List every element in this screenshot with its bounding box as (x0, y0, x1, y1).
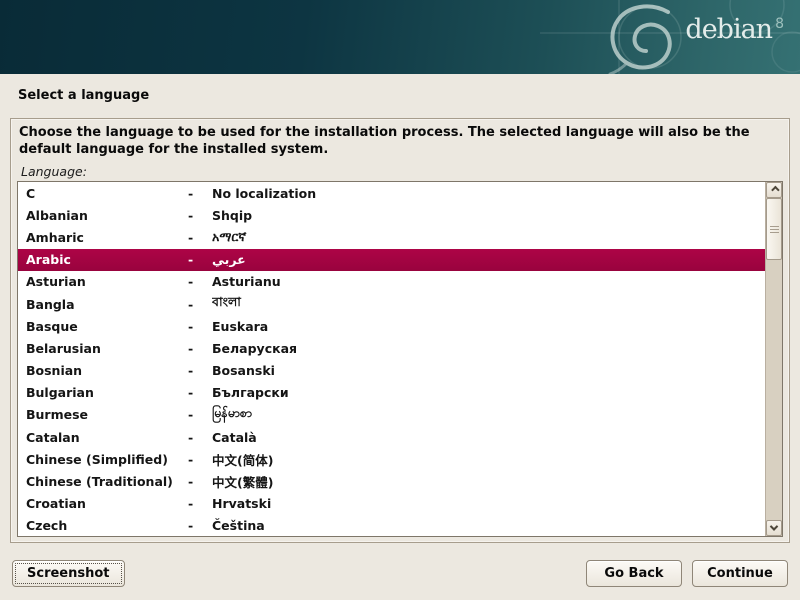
page-title: Select a language (18, 88, 800, 103)
separator: - (188, 452, 212, 467)
language-row[interactable]: Chinese (Simplified)-中文(简体) (18, 448, 765, 470)
language-native-name: Shqip (212, 208, 765, 223)
separator: - (188, 518, 212, 533)
language-name: Basque (18, 319, 188, 334)
language-name: Burmese (18, 407, 188, 422)
language-native-name: Български (212, 385, 765, 400)
language-name: Belarusian (18, 341, 188, 356)
language-row[interactable]: Basque-Euskara (18, 315, 765, 337)
language-native-name: Беларуская (212, 341, 765, 356)
language-native-name: አማርኛ (212, 229, 765, 245)
language-row[interactable]: Belarusian-Беларуская (18, 337, 765, 359)
language-name: Catalan (18, 430, 188, 445)
language-row[interactable]: C-No localization (18, 182, 765, 204)
separator: - (188, 274, 212, 289)
language-row[interactable]: Bangla-বাংলা (18, 293, 765, 315)
separator: - (188, 430, 212, 445)
language-native-name: Català (212, 430, 765, 445)
footer-bar: Screenshot Go Back Continue (0, 543, 800, 600)
language-row[interactable]: Czech-Čeština (18, 515, 765, 536)
thumb-grip (770, 229, 779, 230)
chevron-down-icon (770, 522, 778, 530)
separator: - (188, 186, 212, 201)
scroll-down-button[interactable] (766, 520, 782, 536)
language-name: Czech (18, 518, 188, 533)
language-name: Bosnian (18, 363, 188, 378)
language-row[interactable]: Albanian-Shqip (18, 204, 765, 226)
language-native-name: Euskara (212, 319, 765, 334)
title-bar: Select a language (0, 74, 800, 118)
screenshot-button[interactable]: Screenshot (12, 560, 125, 587)
language-name: Arabic (18, 252, 188, 267)
language-row[interactable]: Arabic-عربي (18, 249, 765, 271)
language-name: Bangla (18, 297, 188, 312)
debian-swirl-logo (0, 0, 800, 74)
scroll-up-button[interactable] (766, 182, 782, 198)
separator: - (188, 407, 212, 422)
language-name: Bulgarian (18, 385, 188, 400)
language-native-name: Bosanski (212, 363, 765, 378)
language-native-name: မြန်မာစာ (212, 405, 765, 424)
separator: - (188, 474, 212, 489)
language-native-name: Asturianu (212, 274, 765, 289)
language-name: C (18, 186, 188, 201)
brand-name: debian (685, 14, 772, 45)
brand-wordmark: debian8 (685, 14, 784, 45)
language-name: Chinese (Traditional) (18, 474, 188, 489)
language-name: Croatian (18, 496, 188, 511)
separator: - (188, 496, 212, 511)
language-name: Amharic (18, 230, 188, 245)
separator: - (188, 252, 212, 267)
language-native-name: 中文(简体) (212, 450, 765, 469)
continue-button[interactable]: Continue (692, 560, 788, 587)
language-row[interactable]: Amharic-አማርኛ (18, 226, 765, 248)
scrollbar-thumb[interactable] (766, 198, 782, 260)
language-native-name: No localization (212, 186, 765, 201)
separator: - (188, 297, 212, 312)
language-list-viewport: C-No localizationAlbanian-ShqipAmharic-አ… (18, 182, 765, 536)
separator: - (188, 230, 212, 245)
language-native-name: Čeština (212, 518, 765, 533)
thumb-grip (770, 226, 779, 227)
language-row[interactable]: Bulgarian-Български (18, 382, 765, 404)
thumb-grip (770, 232, 779, 233)
separator: - (188, 385, 212, 400)
go-back-button[interactable]: Go Back (586, 560, 682, 587)
content-frame: Choose the language to be used for the i… (10, 118, 790, 543)
language-name: Asturian (18, 274, 188, 289)
language-row[interactable]: Chinese (Traditional)-中文(繁體) (18, 470, 765, 492)
language-name: Chinese (Simplified) (18, 452, 188, 467)
language-name: Albanian (18, 208, 188, 223)
language-label: Language: (21, 164, 789, 179)
language-native-name: عربي (212, 252, 765, 267)
separator: - (188, 363, 212, 378)
language-row[interactable]: Bosnian-Bosanski (18, 360, 765, 382)
debian-installer-window: debian8 Select a language Choose the lan… (0, 0, 800, 600)
banner: debian8 (0, 0, 800, 74)
language-row[interactable]: Asturian-Asturianu (18, 271, 765, 293)
separator: - (188, 208, 212, 223)
instructions-text: Choose the language to be used for the i… (11, 119, 789, 158)
brand-version: 8 (775, 16, 784, 32)
separator: - (188, 319, 212, 334)
language-native-name: বাংলা (212, 294, 765, 314)
language-row[interactable]: Burmese-မြန်မာစာ (18, 404, 765, 426)
navigation-buttons: Go Back Continue (586, 560, 788, 587)
scrollbar (765, 182, 782, 536)
language-row[interactable]: Catalan-Català (18, 426, 765, 448)
scrollbar-trough[interactable] (766, 260, 782, 520)
language-row[interactable]: Croatian-Hrvatski (18, 493, 765, 515)
separator: - (188, 341, 212, 356)
chevron-up-icon (771, 186, 779, 194)
language-native-name: Hrvatski (212, 496, 765, 511)
language-native-name: 中文(繁體) (212, 472, 765, 491)
language-listbox: C-No localizationAlbanian-ShqipAmharic-አ… (17, 181, 783, 537)
